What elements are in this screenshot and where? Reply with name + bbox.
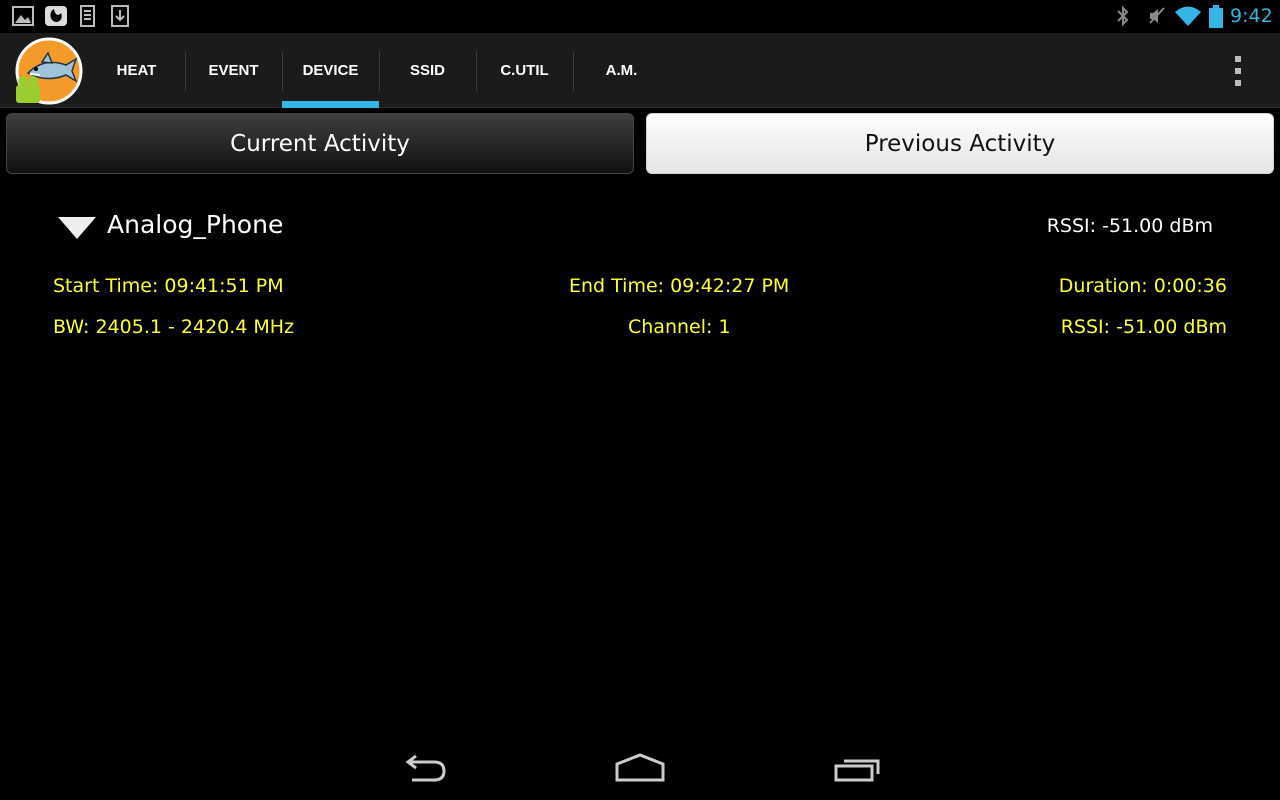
- overflow-menu-icon[interactable]: [1224, 53, 1252, 89]
- tab-label: SSID: [409, 62, 445, 79]
- bluetooth-icon: [1114, 5, 1132, 31]
- tab-label: EVENT: [208, 62, 259, 79]
- navigation-bar: [0, 736, 1280, 800]
- tab-label: C.UTIL: [500, 62, 549, 79]
- mute-icon: [1146, 5, 1168, 31]
- app-logo-icon[interactable]: [14, 37, 84, 105]
- back-icon[interactable]: [400, 752, 448, 788]
- status-bar: 9:42: [0, 0, 1280, 33]
- app-icon: [44, 5, 68, 31]
- tab-event[interactable]: EVENT: [185, 33, 282, 108]
- battery-icon: [1208, 5, 1224, 33]
- clock: 9:42: [1230, 5, 1273, 27]
- channel: Channel: 1: [628, 316, 731, 338]
- collapse-triangle-icon[interactable]: [57, 216, 97, 244]
- device-group-header[interactable]: Analog_Phone RSSI: -51.00 dBm: [55, 200, 1235, 252]
- tab-label: HEAT: [116, 62, 157, 79]
- current-activity-button[interactable]: Current Activity: [6, 113, 634, 174]
- device-rssi: RSSI: -51.00 dBm: [1046, 215, 1213, 237]
- recent-apps-icon[interactable]: [832, 752, 882, 788]
- rssi-detail: RSSI: -51.00 dBm: [1060, 316, 1227, 338]
- tab-label: DEVICE: [302, 62, 359, 79]
- tab-device[interactable]: DEVICE: [282, 33, 379, 108]
- wifi-icon: [1174, 5, 1202, 31]
- start-time: Start Time: 09:41:51 PM: [53, 275, 284, 297]
- tab-c-util[interactable]: C.UTIL: [476, 33, 573, 108]
- bandwidth: BW: 2405.1 - 2420.4 MHz: [53, 316, 295, 338]
- tab-heat[interactable]: HEAT: [88, 33, 185, 108]
- tab-ssid[interactable]: SSID: [379, 33, 476, 108]
- tab-label: A.M.: [605, 62, 638, 79]
- end-time: End Time: 09:42:27 PM: [569, 275, 790, 297]
- duration: Duration: 0:00:36: [1058, 275, 1227, 297]
- tab-a-m[interactable]: A.M.: [573, 33, 670, 108]
- gallery-icon: [12, 5, 34, 31]
- sim-icon: [78, 5, 98, 31]
- previous-activity-button[interactable]: Previous Activity: [646, 113, 1274, 174]
- tab-bar: HEAT EVENT DEVICE SSID C.UTIL A.M.: [88, 33, 670, 108]
- device-name: Analog_Phone: [107, 210, 284, 239]
- download-icon: [110, 5, 132, 31]
- home-icon[interactable]: [614, 752, 666, 788]
- action-bar: HEAT EVENT DEVICE SSID C.UTIL A.M.: [0, 33, 1280, 108]
